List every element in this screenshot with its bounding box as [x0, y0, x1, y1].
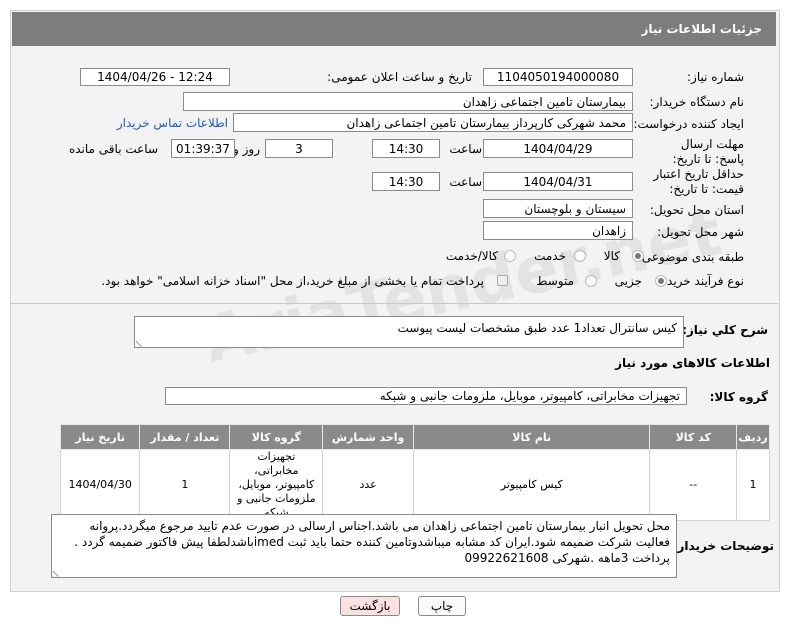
col-name-header: نام کالا: [412, 424, 651, 450]
category-goods-label: کالا: [603, 249, 620, 263]
days-field: 3: [265, 139, 333, 158]
goods-table: ردیف کد کالا نام کالا واحد شمارش گروه کا…: [59, 424, 770, 521]
col-group-header: گروه کالا: [229, 424, 324, 450]
need-number-label: شماره نیاز:: [687, 70, 744, 84]
process-small-radio[interactable]: [655, 275, 667, 287]
days-label: روز و: [233, 142, 260, 156]
cell-group: تجهیزات مخابراتی، کامپیوتر، موبایل، ملزو…: [229, 449, 324, 521]
category-label: طبقه بندی موضوعی:: [637, 250, 744, 264]
resize-grip-icon: [135, 334, 148, 347]
price-time-label: ساعت: [449, 175, 482, 189]
cell-qty: 1: [139, 449, 231, 521]
buyer-notes-label: توضیحات خریدار:: [672, 539, 774, 553]
cell-unit: عدد: [322, 449, 414, 521]
buyer-notes-value: محل تحویل انبار بیمارستان تامین اجتماعی …: [74, 519, 670, 565]
category-service-radio[interactable]: [574, 250, 586, 262]
resize-grip-icon: [52, 564, 65, 577]
col-code-header: کد کالا: [649, 424, 738, 450]
deadline-label: مهلت ارسال پاسخ: تا تاریخ:: [672, 137, 744, 166]
price-validity-label: حداقل تاریخ اعتبار قیمت: تا تاریخ:: [653, 167, 744, 196]
category-service-label: خدمت: [534, 249, 566, 263]
category-goods-service-label: کالا/خدمت: [445, 249, 498, 263]
cell-row: 1: [736, 449, 770, 521]
description-label: شرح کلي نياز:: [682, 323, 768, 337]
deadline-time-field: 14:30: [372, 139, 440, 158]
announce-label: تاریخ و ساعت اعلان عمومی:: [327, 70, 472, 84]
goods-section-title: اطلاعات کالاهای مورد نیاز: [615, 356, 770, 370]
province-field: سیستان و بلوچستان: [483, 199, 633, 218]
col-date-header: تاریخ نیاز: [59, 424, 141, 450]
buyer-org-label: نام دستگاه خریدار:: [649, 95, 745, 109]
treasury-payment-note: پرداخت تمام یا بخشی از مبلغ خرید،از محل …: [101, 274, 484, 288]
province-label: استان محل تحویل:: [649, 203, 744, 217]
requester-field: محمد شهرکی کارپرداز بیمارستان تامین اجتم…: [233, 113, 633, 132]
process-medium-label: متوسط: [536, 274, 574, 288]
col-row-header: ردیف: [736, 424, 770, 450]
print-button[interactable]: چاپ: [418, 596, 466, 616]
city-label: شهر محل تحویل:: [657, 225, 744, 239]
goods-group-field: تجهیزات مخابراتی، کامپیوتر، موبایل، ملزو…: [165, 387, 687, 405]
table-header-row: ردیف کد کالا نام کالا واحد شمارش گروه کا…: [59, 424, 770, 450]
deadline-time-label: ساعت: [449, 142, 482, 156]
process-small-label: جزیی: [614, 274, 642, 288]
table-row: 1 -- کیس کامپیوتر عدد تجهیزات مخابراتی، …: [59, 449, 770, 521]
description-text: کیس سانترال تعداد1 عدد طبق مشخصات لیست پ…: [134, 316, 684, 348]
buyer-org-field: بیمارستان تامین اجتماعی زاهدان: [183, 92, 633, 111]
price-date-field: 1404/04/31: [483, 172, 633, 191]
buyer-notes-text: محل تحویل انبار بیمارستان تامین اجتماعی …: [51, 514, 677, 578]
process-medium-radio[interactable]: [585, 275, 597, 287]
cell-code: --: [649, 449, 738, 521]
cell-name: کیس کامپیوتر: [412, 449, 651, 521]
need-number-field: 1104050194000080: [483, 68, 633, 86]
panel-header: جزئیات اطلاعات نیاز: [12, 12, 776, 46]
remaining-time-field: 01:39:37: [171, 139, 235, 158]
col-unit-header: واحد شمارش: [322, 424, 414, 450]
divider: [10, 303, 778, 304]
price-time-field: 14:30: [372, 172, 440, 191]
process-label: نوع فرآیند خرید :: [659, 274, 744, 288]
city-field: زاهدان: [483, 221, 633, 240]
goods-group-label: گروه کالا:: [709, 390, 768, 404]
treasury-payment-checkbox[interactable]: [497, 275, 508, 286]
buyer-contact-link[interactable]: اطلاعات تماس خریدار: [117, 116, 228, 130]
col-qty-header: تعداد / مقدار: [139, 424, 231, 450]
panel-title: جزئیات اطلاعات نیاز: [641, 22, 762, 36]
cell-date: 1404/04/30: [59, 449, 141, 521]
remaining-label: ساعت باقی مانده: [68, 142, 158, 156]
category-goods-radio[interactable]: [632, 250, 644, 262]
description-value: کیس سانترال تعداد1 عدد طبق مشخصات لیست پ…: [397, 321, 677, 335]
back-button[interactable]: بازگشت: [340, 596, 400, 616]
announce-field: 1404/04/26 - 12:24: [80, 68, 230, 86]
category-goods-service-radio[interactable]: [504, 250, 516, 262]
deadline-date-field: 1404/04/29: [483, 139, 633, 158]
requester-label: ایجاد کننده درخواست:: [633, 117, 744, 131]
